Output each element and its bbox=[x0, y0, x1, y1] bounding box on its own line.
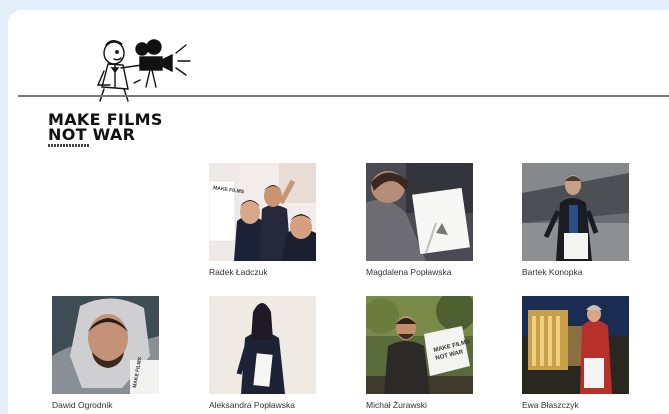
person-name: Radek Ładczuk bbox=[209, 267, 268, 277]
logo-line-2: NOT WAR bbox=[48, 125, 136, 144]
gallery-item[interactable]: MAKE FILMS Radek Ładczuk bbox=[209, 163, 316, 277]
make-films-not-war-logo[interactable]: MAKE FILMS NOT WAR bbox=[48, 112, 163, 147]
gallery-photo[interactable]: MAKE FILMS NOT WAR bbox=[366, 296, 473, 394]
gallery-item[interactable]: MAKE FILMS NOT WAR Michał Żurawski bbox=[366, 296, 473, 410]
gallery-photo[interactable] bbox=[366, 163, 473, 261]
person-name: Michał Żurawski bbox=[366, 400, 427, 410]
top-band bbox=[0, 0, 360, 10]
person-name: Bartek Konopka bbox=[522, 267, 583, 277]
gallery-photo[interactable] bbox=[209, 296, 316, 394]
gallery-item[interactable]: Bartek Konopka bbox=[522, 163, 629, 277]
gallery-item[interactable]: Magdalena Popławska bbox=[366, 163, 473, 277]
gallery-photo[interactable] bbox=[522, 163, 629, 261]
header-divider bbox=[18, 95, 669, 97]
gallery-item[interactable]: MAKE FILMS Dawid Ogrodnik bbox=[52, 296, 159, 410]
gallery-item[interactable]: Ewa Błaszczyk bbox=[522, 296, 629, 410]
logo-tagline bbox=[48, 144, 90, 147]
person-name: Magdalena Popławska bbox=[366, 267, 452, 277]
person-name: Ewa Błaszczyk bbox=[522, 400, 579, 410]
gallery-item[interactable]: Aleksandra Popławska bbox=[209, 296, 316, 410]
person-name: Dawid Ogrodnik bbox=[52, 400, 113, 410]
gallery-photo[interactable]: MAKE FILMS bbox=[209, 163, 316, 261]
person-name: Aleksandra Popławska bbox=[209, 400, 295, 410]
gallery-photo[interactable]: MAKE FILMS bbox=[52, 296, 159, 394]
gallery-photo[interactable] bbox=[522, 296, 629, 394]
page: MAKE FILMS NOT WAR MAKE FILMS Radek Ładc… bbox=[8, 10, 669, 414]
